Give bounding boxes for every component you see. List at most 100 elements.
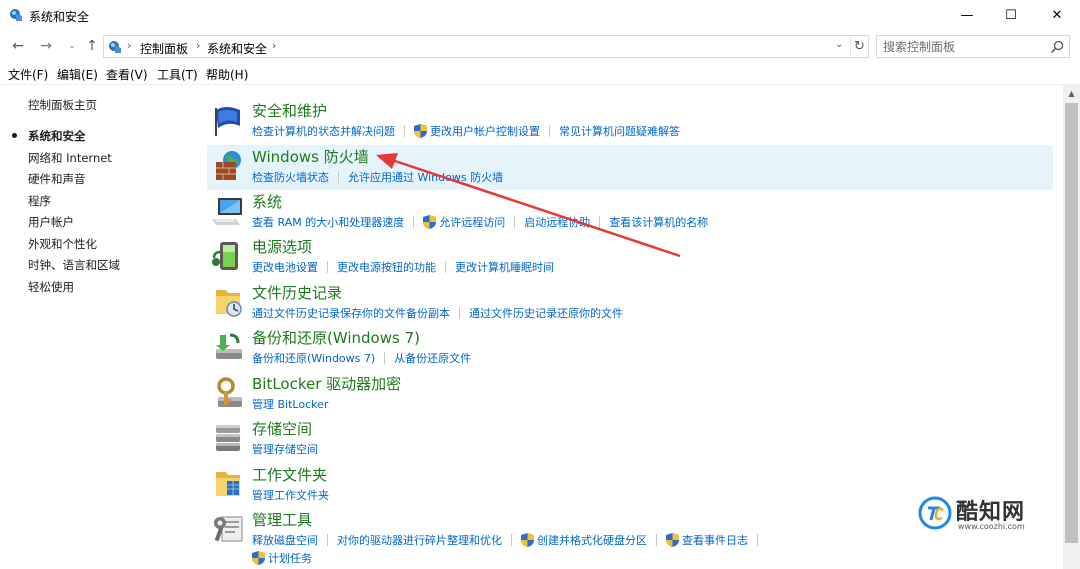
refresh-button[interactable]: ↻ (850, 37, 868, 56)
task-link[interactable]: 备份和还原(Windows 7) (252, 350, 375, 366)
task-link[interactable]: 常见计算机问题疑难解答 (559, 123, 680, 139)
scroll-up-arrow-icon[interactable]: ▲ (1063, 85, 1080, 102)
sidebar-item-appearance[interactable]: 外观和个性化 (28, 236, 97, 252)
link-separator (327, 261, 328, 273)
left-navigation-pane: 控制面板主页 系统和安全 网络和 Internet 硬件和声音 程序 用户帐户 … (0, 85, 195, 569)
task-link[interactable]: 管理存储空间 (252, 441, 318, 457)
task-link[interactable]: 查看该计算机的名称 (609, 214, 708, 230)
task-link[interactable]: 管理 BitLocker (252, 396, 328, 412)
category-title[interactable]: Windows 防火墙 (252, 146, 369, 167)
category-windows-firewall: Windows 防火墙 检查防火墙状态 允许应用通过 Windows 防火墙 (207, 145, 1053, 190)
category-links-line2: 计划任务 (252, 550, 312, 566)
search-box[interactable] (876, 35, 1070, 58)
breadcrumb-system-security[interactable]: 系统和安全 (207, 40, 267, 57)
task-link[interactable]: 允许远程访问 (439, 214, 505, 230)
sidebar-item-network-internet[interactable]: 网络和 Internet (28, 150, 112, 166)
sidebar-item-system-security: 系统和安全 (28, 129, 86, 143)
task-link[interactable]: 启动远程协助 (524, 214, 590, 230)
maximize-button[interactable]: ☐ (988, 0, 1034, 31)
sidebar-item-clock-region[interactable]: 时钟、语言和区域 (28, 257, 120, 273)
storage-icon[interactable] (210, 420, 246, 456)
task-link[interactable]: 从备份还原文件 (394, 350, 471, 366)
flag-icon[interactable] (210, 102, 246, 138)
category-title[interactable]: 管理工具 (252, 509, 312, 530)
battery-icon[interactable] (210, 238, 246, 274)
sidebar-item-control-panel-home[interactable]: 控制面板主页 (28, 97, 97, 113)
sidebar-item-programs[interactable]: 程序 (28, 193, 51, 209)
menu-edit[interactable]: 编辑(E) (57, 66, 98, 83)
breadcrumb-separator[interactable]: › (272, 39, 276, 52)
current-section-bullet (12, 133, 17, 138)
category-power-options: 电源选项 更改电池设置 更改电源按钮的功能 更改计算机睡眠时间 (207, 235, 1053, 280)
menu-help[interactable]: 帮助(H) (206, 66, 248, 83)
backup-icon[interactable] (210, 329, 246, 365)
forward-button[interactable]: → (36, 36, 56, 56)
task-link[interactable]: 检查防火墙状态 (252, 169, 329, 185)
sidebar-item-hardware-sound[interactable]: 硬件和声音 (28, 171, 86, 187)
task-link[interactable]: 查看事件日志 (682, 532, 748, 548)
uac-shield-icon (423, 215, 437, 229)
up-button[interactable]: ↑ (82, 36, 102, 56)
scrollbar-thumb[interactable] (1065, 103, 1078, 543)
work-folders-icon[interactable] (210, 466, 246, 502)
task-link[interactable]: 更改计算机睡眠时间 (455, 259, 554, 275)
task-link[interactable]: 更改电池设置 (252, 259, 318, 275)
category-links: 查看 RAM 的大小和处理器速度 允许远程访问 启动远程协助 查看该计算机的名称 (252, 214, 708, 230)
menu-bar: 文件(F) 编辑(E) 查看(V) 工具(T) 帮助(H) (0, 62, 1080, 84)
search-icon[interactable] (1049, 39, 1065, 55)
uac-shield-icon (521, 533, 534, 547)
computer-icon[interactable] (210, 193, 246, 229)
firewall-icon[interactable] (210, 148, 246, 184)
link-separator (599, 216, 601, 228)
minimize-button[interactable]: — (944, 0, 990, 31)
recent-locations-button[interactable]: ⌄ (62, 36, 82, 56)
task-link[interactable]: 更改电源按钮的功能 (337, 259, 436, 275)
menu-tools[interactable]: 工具(T) (157, 66, 198, 83)
category-title[interactable]: 工作文件夹 (252, 464, 327, 485)
link-separator (514, 216, 516, 228)
category-links: 检查计算机的状态并解决问题 更改用户帐户控制设置 常见计算机问题疑难解答 (252, 123, 680, 139)
task-link[interactable]: 检查计算机的状态并解决问题 (252, 123, 395, 139)
sidebar-item-user-accounts[interactable]: 用户帐户 (28, 214, 74, 230)
task-link[interactable]: 查看 RAM 的大小和处理器速度 (252, 214, 404, 230)
menu-view[interactable]: 查看(V) (106, 66, 148, 83)
task-link[interactable]: 允许应用通过 Windows 防火墙 (348, 169, 503, 185)
link-separator (511, 534, 512, 546)
category-system: 系统 查看 RAM 的大小和处理器速度 允许远程访问 启动远程协助 查看该计算机… (207, 190, 1053, 235)
task-link[interactable]: 通过文件历史记录保存你的文件备份副本 (252, 305, 450, 321)
link-separator (445, 261, 446, 273)
task-link[interactable]: 创建并格式化硬盘分区 (537, 532, 647, 548)
category-title[interactable]: 存储空间 (252, 418, 312, 439)
watermark-logo: 酷知网 www.coozhi.com (918, 492, 1068, 536)
admin-tools-icon[interactable] (210, 511, 246, 547)
category-links: 通过文件历史记录保存你的文件备份副本 通过文件历史记录还原你的文件 (252, 305, 623, 321)
back-button[interactable]: ← (8, 36, 28, 56)
watermark-icon (918, 496, 952, 530)
category-title[interactable]: 文件历史记录 (252, 282, 342, 303)
category-title[interactable]: 电源选项 (252, 236, 312, 257)
task-link[interactable]: 释放磁盘空间 (252, 532, 318, 548)
file-history-icon[interactable] (210, 284, 246, 320)
menu-file[interactable]: 文件(F) (8, 66, 48, 83)
address-bar[interactable]: › 控制面板 › 系统和安全 › ⌄ ↻ (103, 35, 869, 58)
category-title[interactable]: 系统 (252, 191, 282, 212)
breadcrumb-control-panel[interactable]: 控制面板 (140, 40, 188, 57)
bitlocker-icon[interactable] (210, 375, 246, 411)
close-button[interactable]: ✕ (1034, 0, 1080, 31)
breadcrumb-separator[interactable]: › (127, 39, 131, 52)
category-title[interactable]: 安全和维护 (252, 100, 327, 121)
address-dropdown-button[interactable]: ⌄ (835, 39, 843, 50)
breadcrumb-separator[interactable]: › (196, 39, 200, 52)
link-separator (384, 352, 386, 364)
task-link[interactable]: 对你的驱动器进行碎片整理和优化 (337, 532, 502, 548)
task-link[interactable]: 管理工作文件夹 (252, 487, 329, 503)
watermark-url: www.coozhi.com (958, 522, 1025, 531)
sidebar-item-ease-of-access[interactable]: 轻松使用 (28, 279, 74, 295)
task-link[interactable]: 计划任务 (268, 550, 312, 566)
task-link[interactable]: 更改用户帐户控制设置 (430, 123, 540, 139)
category-title[interactable]: 备份和还原(Windows 7) (252, 327, 420, 348)
search-input[interactable] (883, 39, 1043, 55)
task-link[interactable]: 通过文件历史记录还原你的文件 (469, 305, 623, 321)
navigation-bar: ← → ⌄ ↑ › 控制面板 › 系统和安全 › ⌄ ↻ (0, 32, 1080, 60)
category-title[interactable]: BitLocker 驱动器加密 (252, 373, 401, 394)
